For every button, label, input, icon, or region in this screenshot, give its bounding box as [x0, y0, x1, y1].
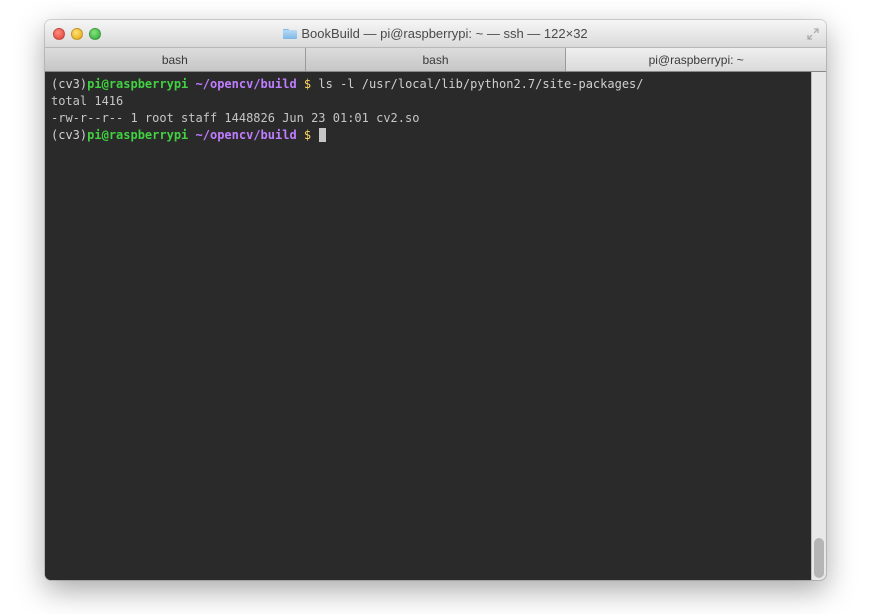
window-title-text: BookBuild — pi@raspberrypi: ~ — ssh — 12…: [301, 26, 587, 41]
titlebar[interactable]: BookBuild — pi@raspberrypi: ~ — ssh — 12…: [45, 20, 826, 48]
tab-bash-1[interactable]: bash: [45, 48, 306, 71]
tab-label: pi@raspberrypi: ~: [649, 53, 744, 67]
minimize-button[interactable]: [71, 28, 83, 40]
terminal-area: (cv3)pi@raspberrypi ~/opencv/build $ ls …: [45, 72, 826, 580]
scroll-thumb[interactable]: [814, 538, 824, 578]
terminal-line: -rw-r--r-- 1 root staff 1448826 Jun 23 0…: [51, 110, 805, 127]
expand-icon[interactable]: [806, 27, 820, 41]
scrollbar[interactable]: [811, 72, 826, 580]
tab-label: bash: [162, 53, 188, 67]
window-title: BookBuild — pi@raspberrypi: ~ — ssh — 12…: [51, 26, 820, 41]
tab-bash-2[interactable]: bash: [306, 48, 567, 71]
tab-label: bash: [422, 53, 448, 67]
close-button[interactable]: [53, 28, 65, 40]
terminal-line: (cv3)pi@raspberrypi ~/opencv/build $: [51, 127, 805, 144]
tab-bar: bash bash pi@raspberrypi: ~: [45, 48, 826, 72]
terminal-line: (cv3)pi@raspberrypi ~/opencv/build $ ls …: [51, 76, 805, 93]
cursor: [319, 128, 326, 142]
folder-icon: [283, 28, 297, 39]
terminal-line: total 1416: [51, 93, 805, 110]
traffic-lights: [53, 28, 101, 40]
terminal-window: BookBuild — pi@raspberrypi: ~ — ssh — 12…: [45, 20, 826, 580]
tab-pi-raspberrypi[interactable]: pi@raspberrypi: ~: [566, 48, 826, 71]
zoom-button[interactable]: [89, 28, 101, 40]
terminal-content[interactable]: (cv3)pi@raspberrypi ~/opencv/build $ ls …: [45, 72, 811, 580]
